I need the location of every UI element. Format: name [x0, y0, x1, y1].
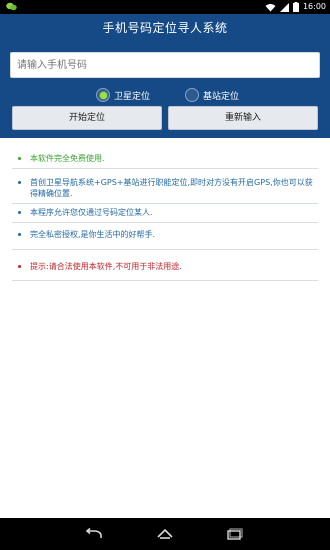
wifi-icon [265, 3, 276, 11]
status-right: 16:00 [265, 1, 326, 13]
wechat-icon [6, 2, 17, 11]
bullet-icon [18, 157, 21, 160]
recent-apps-icon[interactable] [224, 526, 244, 542]
start-locate-button[interactable]: 开始定位 [12, 106, 162, 130]
battery-icon [292, 2, 299, 12]
radio-unchecked-icon [185, 88, 199, 102]
note-text: 完全私密授权,是你生活中的好帮手. [30, 230, 156, 239]
divider [12, 222, 318, 223]
radio-satellite-label: 卫星定位 [114, 91, 151, 102]
signal-icon [279, 2, 289, 12]
divider [12, 280, 318, 281]
note-item-number: 本程序允许您仅通过号码定位某人. [18, 207, 318, 218]
note-item-free: 本软件完全免费使用. [18, 153, 318, 164]
bullet-icon [18, 181, 21, 184]
bullet-icon [18, 265, 21, 268]
note-item-private: 完全私密授权,是你生活中的好帮手. [18, 229, 318, 240]
note-text: 首创卫星导航系统+GPS+基站进行职能定位,即时对方没有开启GPS,你也可以获得… [30, 178, 313, 198]
divider [12, 203, 318, 204]
bullet-icon [18, 211, 21, 214]
radio-base-station-label: 基站定位 [203, 91, 240, 102]
reset-input-button[interactable]: 重新输入 [168, 106, 318, 130]
app-title: 手机号码定位寻人系统 [0, 14, 330, 42]
navigation-bar [0, 518, 330, 550]
divider [12, 249, 318, 250]
note-text: 本软件完全免费使用. [30, 154, 105, 163]
note-text: 本程序允许您仅通过号码定位某人. [30, 208, 153, 217]
locate-panel: 卫星定位 基站定位 开始定位 重新输入 [0, 42, 330, 138]
divider [12, 168, 318, 169]
status-time: 16:00 [302, 2, 326, 11]
note-item-warning: 提示:请合法使用本软件,不可用于非法用途. [18, 261, 318, 272]
phone-number-input[interactable] [10, 52, 320, 78]
radio-base-station[interactable]: 基站定位 [185, 84, 239, 106]
note-item-gps: 首创卫星导航系统+GPS+基站进行职能定位,即时对方没有开启GPS,你也可以获得… [18, 177, 318, 199]
note-text: 提示:请合法使用本软件,不可用于非法用途. [30, 262, 182, 271]
radio-checked-icon [96, 88, 110, 102]
bullet-icon [18, 233, 21, 236]
locate-mode-group: 卫星定位 基站定位 [0, 84, 330, 106]
home-icon[interactable] [155, 526, 175, 542]
back-icon[interactable] [84, 526, 104, 542]
radio-satellite[interactable]: 卫星定位 [96, 84, 150, 106]
status-bar: 16:00 [0, 0, 330, 14]
